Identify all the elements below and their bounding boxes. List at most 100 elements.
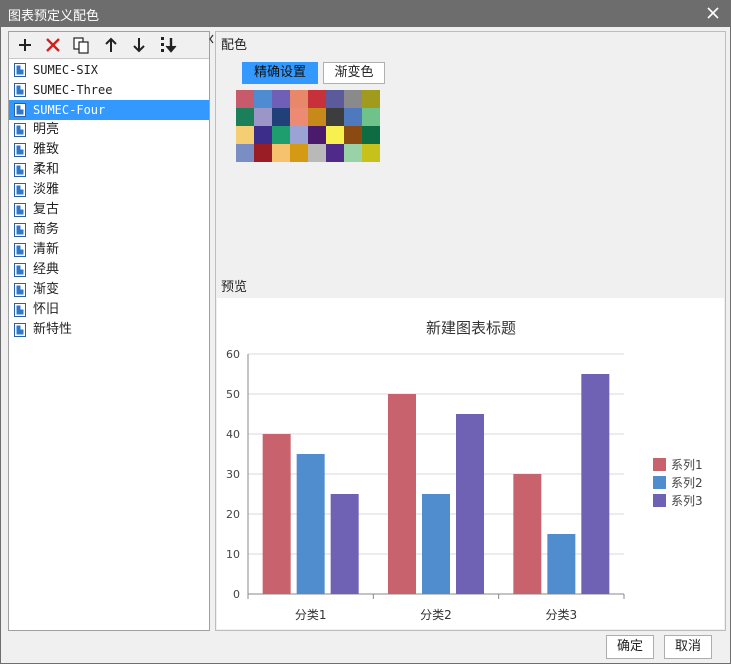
bar: [388, 394, 416, 594]
preview-section-label: 预览: [221, 280, 248, 295]
bar: [296, 454, 325, 594]
scheme-item[interactable]: 商务: [9, 220, 209, 240]
copy-icon[interactable]: [71, 35, 91, 55]
color-swatch[interactable]: [290, 126, 308, 144]
scheme-item[interactable]: 雅致: [9, 140, 209, 160]
legend-swatch: [653, 476, 666, 489]
color-swatch[interactable]: [308, 126, 326, 144]
color-swatch[interactable]: [308, 108, 326, 126]
legend-swatch: [653, 494, 666, 507]
chart-scheme-icon: [14, 223, 26, 237]
chart-scheme-icon: [14, 83, 26, 97]
chart-preview: 新建图表标题 0 10 20 30 40 50 60 分类1 分类2 分类3 系列1 系列2 系列3: [217, 298, 724, 629]
chart-scheme-icon: [14, 263, 26, 277]
y-tick-label: 30: [226, 468, 240, 481]
color-swatch[interactable]: [344, 90, 362, 108]
color-swatch[interactable]: [236, 144, 254, 162]
tab-precise-settings[interactable]: 精确设置: [242, 62, 318, 84]
color-swatch[interactable]: [290, 90, 308, 108]
chart-scheme-icon: [14, 123, 26, 137]
color-swatch[interactable]: [254, 108, 272, 126]
legend-label: 系列1: [671, 458, 703, 472]
x-tick-label: 分类2: [420, 608, 452, 622]
color-swatch[interactable]: [272, 144, 290, 162]
scheme-item-label: 复古: [33, 202, 60, 217]
chart-scheme-icon: [14, 183, 26, 197]
color-swatch[interactable]: [254, 144, 272, 162]
color-swatch[interactable]: [362, 144, 380, 162]
legend-swatch: [653, 458, 666, 471]
scheme-item[interactable]: 新特性: [9, 320, 209, 340]
chart-palette-dialog: 图表预定义配色 SUMEC-SIX SUMEC-Three SUMEC-Four…: [0, 0, 731, 664]
color-swatch[interactable]: [344, 144, 362, 162]
settings-panel: 配色 精确设置 渐变色 预览 新建图表标题 0 10 20 30 40 50 60 分类1 分类2…: [215, 31, 726, 631]
color-swatch[interactable]: [326, 126, 344, 144]
scheme-item[interactable]: 明亮: [9, 120, 209, 140]
chart-scheme-icon: [14, 283, 26, 297]
chart-scheme-icon: [14, 323, 26, 337]
cancel-button[interactable]: 取消: [664, 635, 712, 659]
bar: [456, 414, 484, 594]
chart-scheme-icon: [14, 163, 26, 177]
scheme-item[interactable]: SUMEC-Three: [9, 80, 209, 100]
color-swatch[interactable]: [236, 108, 254, 126]
scheme-item-label: 雅致: [33, 142, 60, 157]
scheme-item[interactable]: 复古: [9, 200, 209, 220]
color-swatch[interactable]: [308, 90, 326, 108]
window-title: 图表预定义配色: [8, 9, 100, 24]
chart-title: 新建图表标题: [426, 319, 516, 337]
scheme-item[interactable]: SUMEC-Four: [9, 100, 209, 120]
ok-button[interactable]: 确定: [606, 635, 654, 659]
red-x-icon[interactable]: [43, 35, 63, 55]
color-swatch[interactable]: [290, 144, 308, 162]
color-swatch[interactable]: [326, 108, 344, 126]
color-swatch[interactable]: [344, 126, 362, 144]
color-swatch[interactable]: [326, 144, 344, 162]
scheme-item-label: 柔和: [33, 162, 60, 177]
color-swatch[interactable]: [272, 126, 290, 144]
color-swatch[interactable]: [362, 90, 380, 108]
scheme-item-label: 新特性: [33, 322, 73, 337]
scheme-item[interactable]: 经典: [9, 260, 209, 280]
y-tick-label: 20: [226, 508, 240, 521]
color-swatch[interactable]: [344, 108, 362, 126]
color-swatch[interactable]: [308, 144, 326, 162]
scheme-item-label: SUMEC-SIX: [33, 63, 99, 77]
arrow-down-icon[interactable]: [129, 35, 149, 55]
bar: [513, 474, 542, 594]
scheme-item[interactable]: 柔和: [9, 160, 209, 180]
color-swatch-grid: [236, 90, 380, 162]
plus-icon[interactable]: [15, 35, 35, 55]
close-icon[interactable]: [702, 2, 724, 24]
chart-scheme-icon: [14, 143, 26, 157]
y-tick-label: 60: [226, 348, 240, 361]
arrow-up-icon[interactable]: [101, 35, 121, 55]
bar: [422, 494, 450, 594]
color-swatch[interactable]: [272, 90, 290, 108]
color-swatch[interactable]: [236, 126, 254, 144]
scheme-item[interactable]: 清新: [9, 240, 209, 260]
bar-chart: 新建图表标题 0 10 20 30 40 50 60 分类1 分类2 分类3 系列1 系列2 系列3: [226, 319, 703, 622]
title-bar: 图表预定义配色: [1, 1, 730, 27]
color-swatch[interactable]: [326, 90, 344, 108]
scheme-item[interactable]: 渐变: [9, 280, 209, 300]
sort-down-icon[interactable]: [159, 35, 179, 55]
color-swatch[interactable]: [236, 90, 254, 108]
tab-gradient[interactable]: 渐变色: [323, 62, 385, 84]
color-swatch[interactable]: [290, 108, 308, 126]
chart-scheme-icon: [14, 203, 26, 217]
palette-section-label: 配色: [221, 38, 248, 53]
color-swatch[interactable]: [362, 108, 380, 126]
scheme-item[interactable]: 怀旧: [9, 300, 209, 320]
scheme-item[interactable]: 淡雅: [9, 180, 209, 200]
color-swatch[interactable]: [254, 126, 272, 144]
scheme-item[interactable]: SUMEC-SIX: [9, 60, 209, 80]
color-swatch[interactable]: [254, 90, 272, 108]
y-tick-label: 0: [233, 588, 240, 601]
scheme-list: SUMEC-SIX SUMEC-Three SUMEC-Four 明亮雅致柔和淡雅复古…: [9, 60, 209, 340]
legend-label: 系列2: [671, 476, 703, 490]
color-swatch[interactable]: [362, 126, 380, 144]
scheme-item-label: 经典: [33, 262, 60, 277]
color-swatch[interactable]: [272, 108, 290, 126]
chart-scheme-icon: [14, 303, 26, 317]
